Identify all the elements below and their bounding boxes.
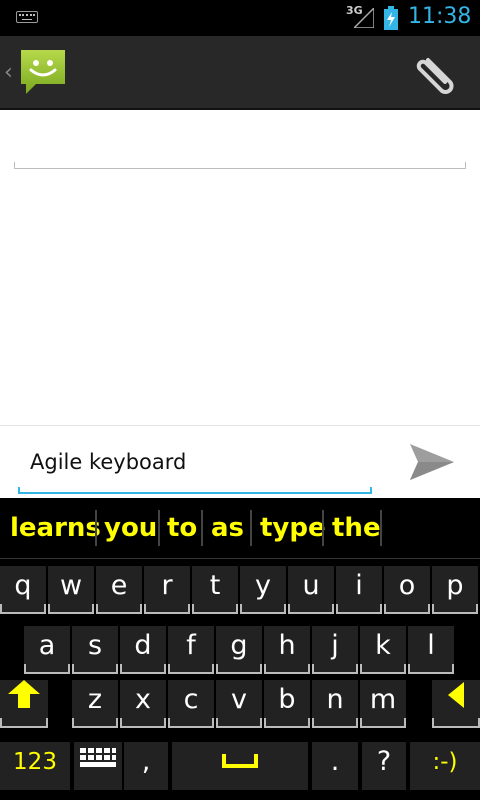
keyboard-icon — [80, 748, 116, 767]
space-bar-icon — [222, 754, 258, 768]
comma-key[interactable]: , — [124, 742, 168, 790]
key-label: x — [135, 684, 151, 715]
status-bar: 3G 11:38 — [0, 0, 480, 36]
key-label: h — [278, 630, 296, 661]
suggestion-item[interactable]: learns — [10, 512, 101, 544]
recipient-field[interactable] — [14, 114, 466, 169]
key-a[interactable]: a — [24, 626, 70, 674]
suggestion-divider — [201, 510, 203, 546]
keyboard-icon — [16, 11, 38, 23]
key-c[interactable]: c — [168, 680, 214, 728]
key-n[interactable]: n — [312, 680, 358, 728]
key-p[interactable]: p — [432, 566, 478, 614]
key-z[interactable]: z — [72, 680, 118, 728]
battery-charging-icon — [384, 6, 398, 30]
key-t[interactable]: t — [192, 566, 238, 614]
key-l[interactable]: l — [408, 626, 454, 674]
key-label: k — [375, 630, 391, 661]
key-label: l — [427, 630, 435, 661]
suggestion-item[interactable]: to — [167, 512, 197, 544]
key-y[interactable]: y — [240, 566, 286, 614]
soft-keyboard: learns you to as type the qwertyuiop asd… — [0, 498, 480, 800]
key-label: s — [87, 630, 103, 661]
key-q[interactable]: q — [0, 566, 46, 614]
keyboard-settings-key[interactable] — [74, 742, 122, 790]
key-label: g — [230, 630, 248, 661]
key-label: i — [355, 570, 363, 601]
message-text: Agile keyboard — [30, 450, 187, 474]
key-label: c — [183, 684, 199, 715]
compose-bar: Agile keyboard — [0, 425, 480, 499]
suggestion-item[interactable]: type — [260, 512, 326, 544]
message-input[interactable]: Agile keyboard — [18, 446, 372, 494]
key-k[interactable]: k — [360, 626, 406, 674]
key-label: o — [398, 570, 416, 601]
suggestion-item[interactable]: as — [211, 512, 244, 544]
suggestion-strip: learns you to as type the — [0, 498, 480, 559]
key-b[interactable]: b — [264, 680, 310, 728]
suggestion-divider — [322, 510, 324, 546]
key-j[interactable]: j — [312, 626, 358, 674]
signal-icon — [354, 8, 374, 28]
key-label: r — [161, 570, 173, 601]
key-e[interactable]: e — [96, 566, 142, 614]
key-v[interactable]: v — [216, 680, 262, 728]
key-g[interactable]: g — [216, 626, 262, 674]
key-label: w — [59, 570, 83, 601]
suggestion-item[interactable]: the — [332, 512, 381, 544]
key-label: m — [369, 684, 397, 715]
key-label: b — [278, 684, 296, 715]
emoticon-key[interactable]: :-) — [410, 742, 480, 790]
messaging-smiley-icon[interactable] — [18, 48, 68, 96]
space-key[interactable] — [172, 742, 308, 790]
key-label: j — [331, 630, 339, 661]
key-h[interactable]: h — [264, 626, 310, 674]
key-label: q — [14, 570, 32, 601]
key-label: f — [186, 630, 196, 661]
suggestion-divider — [380, 510, 382, 546]
paperclip-icon[interactable] — [414, 52, 458, 94]
suggestion-divider — [95, 510, 97, 546]
delete-key[interactable] — [432, 680, 480, 728]
key-r[interactable]: r — [144, 566, 190, 614]
key-i[interactable]: i — [336, 566, 382, 614]
key-d[interactable]: d — [120, 626, 166, 674]
key-label: t — [209, 570, 221, 601]
question-mark-key[interactable]: ? — [362, 742, 406, 790]
key-label: n — [326, 684, 344, 715]
send-arrow-icon[interactable] — [408, 442, 456, 482]
suggestion-divider — [250, 510, 252, 546]
backspace-icon — [448, 682, 464, 708]
key-label: p — [446, 570, 464, 601]
key-f[interactable]: f — [168, 626, 214, 674]
key-s[interactable]: s — [72, 626, 118, 674]
numbers-key[interactable]: 123 — [0, 742, 70, 790]
key-label: v — [231, 684, 247, 715]
key-u[interactable]: u — [288, 566, 334, 614]
key-label: a — [38, 630, 56, 661]
period-key[interactable]: . — [312, 742, 358, 790]
key-label: z — [87, 684, 103, 715]
action-bar: ‹ — [0, 36, 480, 110]
suggestion-divider — [158, 510, 160, 546]
key-label: u — [302, 570, 320, 601]
suggestion-item[interactable]: you — [104, 512, 157, 544]
up-navigation-icon[interactable]: ‹ — [4, 60, 13, 85]
key-m[interactable]: m — [360, 680, 406, 728]
shift-key[interactable] — [0, 680, 48, 728]
key-label: y — [255, 570, 271, 601]
key-o[interactable]: o — [384, 566, 430, 614]
key-x[interactable]: x — [120, 680, 166, 728]
clock: 11:38 — [408, 4, 472, 29]
key-label: e — [110, 570, 128, 601]
message-area — [0, 110, 480, 425]
shift-arrow-icon — [8, 680, 40, 708]
key-w[interactable]: w — [48, 566, 94, 614]
key-label: d — [134, 630, 152, 661]
